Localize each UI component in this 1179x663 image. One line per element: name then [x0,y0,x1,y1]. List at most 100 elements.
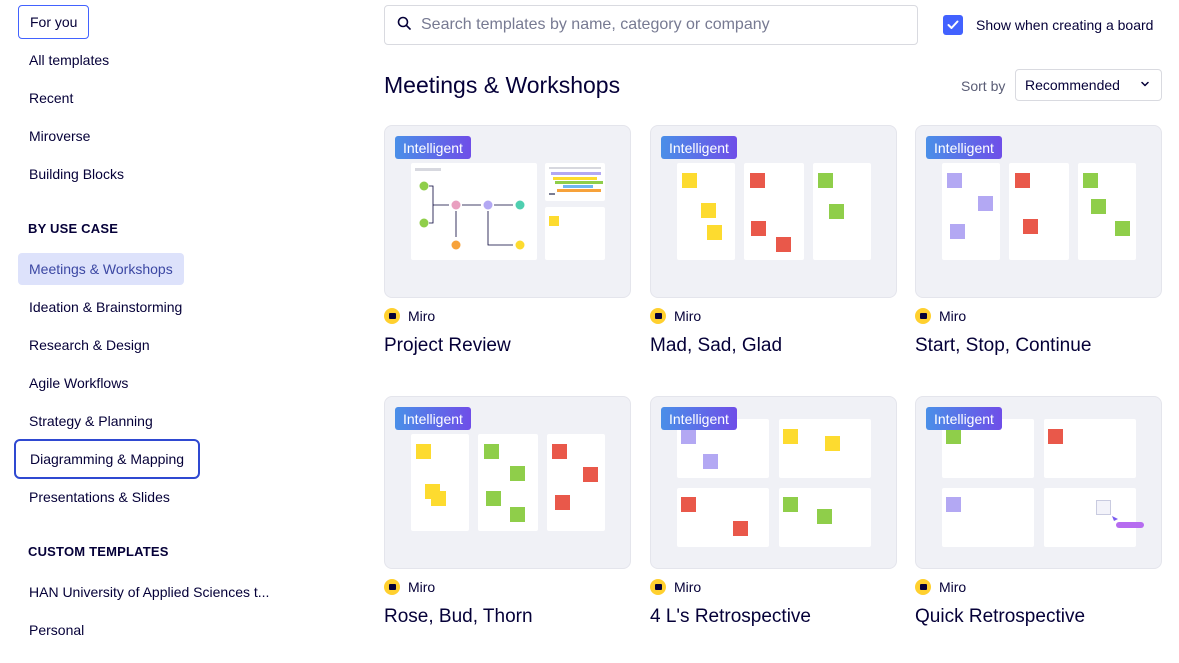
template-title[interactable]: Quick Retrospective [915,606,1085,628]
nav-research-design[interactable]: Research & Design [18,329,161,361]
sticky-note [510,466,525,481]
board-preview [942,488,1034,547]
board-preview [813,163,871,260]
template-thumbnail[interactable]: Intelligent [384,396,631,569]
sticky-note [555,495,570,510]
sticky-note [825,436,840,451]
nav-meetings-workshops[interactable]: Meetings & Workshops [18,253,184,285]
search-box[interactable] [384,5,918,45]
checkmark-icon [947,20,959,29]
show-when-creating-label: Show when creating a board [976,17,1154,33]
sticky-note [1023,219,1038,234]
nav-personal[interactable]: Personal [18,614,95,646]
nav-presentations-slides[interactable]: Presentations & Slides [18,481,181,513]
board-preview [478,434,538,531]
search-input[interactable] [421,16,901,34]
sticky-note [776,237,791,252]
empty-sticky-note [1096,500,1111,515]
board-preview [744,163,804,260]
sticky-note [703,454,718,469]
board-preview [779,488,871,547]
intelligent-badge: Intelligent [395,136,471,159]
board-preview [942,163,1000,260]
template-author: Miro [384,579,435,595]
template-title[interactable]: Rose, Bud, Thorn [384,606,533,628]
sticky-note [1048,429,1063,444]
sticky-note [682,173,697,188]
cursor-icon [1112,516,1144,528]
show-when-creating-checkbox[interactable] [943,15,963,35]
miro-logo-icon [650,579,666,595]
show-when-creating-toggle[interactable]: Show when creating a board [943,15,1153,35]
nav-agile-workflows[interactable]: Agile Workflows [18,367,139,399]
template-title[interactable]: Start, Stop, Continue [915,335,1091,357]
nav-diagramming-mapping[interactable]: Diagramming & Mapping [14,439,201,479]
miro-logo-icon [650,308,666,324]
sticky-note [817,509,832,524]
board-preview [677,488,769,547]
sticky-note [681,429,696,444]
author-name: Miro [674,308,702,324]
page-title: Meetings & Workshops [384,72,621,98]
board-preview [411,163,537,260]
template-author: Miro [915,579,966,595]
sticky-note [783,429,798,444]
intelligent-badge: Intelligent [395,407,471,430]
miro-logo-icon [915,308,931,324]
template-thumbnail[interactable]: Intelligent [915,396,1162,569]
template-title[interactable]: Project Review [384,335,511,357]
board-preview [1078,163,1136,260]
nav-building-blocks[interactable]: Building Blocks [18,158,135,190]
template-thumbnail[interactable]: Intelligent [650,396,897,569]
nav-miroverse[interactable]: Miroverse [18,120,101,152]
sticky-note [1015,173,1030,188]
sticky-note [946,429,961,444]
nav-ideation-brainstorming[interactable]: Ideation & Brainstorming [18,291,193,323]
template-thumbnail[interactable]: Intelligent [650,125,897,298]
sort-select[interactable]: Recommended [1015,69,1162,101]
board-preview [1044,488,1144,547]
nav-strategy-planning[interactable]: Strategy & Planning [18,405,164,437]
intelligent-badge: Intelligent [661,407,737,430]
sticky-note [818,173,833,188]
board-preview [547,434,605,531]
sticky-note [707,225,722,240]
nav-all-templates[interactable]: All templates [18,44,120,76]
sticky-note [950,224,965,239]
template-author: Miro [650,308,701,324]
custom-templates-heading: CUSTOM TEMPLATES [28,544,169,559]
sticky-note [549,216,559,226]
board-preview [779,419,871,478]
sticky-note [431,491,446,506]
sticky-note [486,491,501,506]
sidebar: For you All templates Recent Miroverse B… [0,0,340,663]
intelligent-badge: Intelligent [926,407,1002,430]
template-title[interactable]: Mad, Sad, Glad [650,335,782,357]
board-preview [545,163,605,201]
board-preview [545,207,605,260]
miro-logo-icon [915,579,931,595]
template-title[interactable]: 4 L's Retrospective [650,606,811,628]
board-preview [411,434,469,531]
nav-recent[interactable]: Recent [18,82,84,114]
sticky-note [510,507,525,522]
sticky-note [416,444,431,459]
sticky-note [681,497,696,512]
miro-logo-icon [384,579,400,595]
sticky-note [750,173,765,188]
nav-for-you[interactable]: For you [18,5,90,39]
template-thumbnail[interactable]: Intelligent [915,125,1162,298]
template-thumbnail[interactable]: Intelligent [384,125,631,298]
miro-logo-icon [384,308,400,324]
board-preview [677,163,735,260]
sticky-note [1091,199,1106,214]
author-name: Miro [408,308,436,324]
sort-label: Sort by [961,78,1006,94]
template-author: Miro [650,579,701,595]
author-name: Miro [939,579,967,595]
board-preview [1009,163,1069,260]
chevron-down-icon [1141,81,1149,87]
sticky-note [978,196,993,211]
sticky-note [484,444,499,459]
nav-han-university[interactable]: HAN University of Applied Sciences t... [18,576,280,608]
